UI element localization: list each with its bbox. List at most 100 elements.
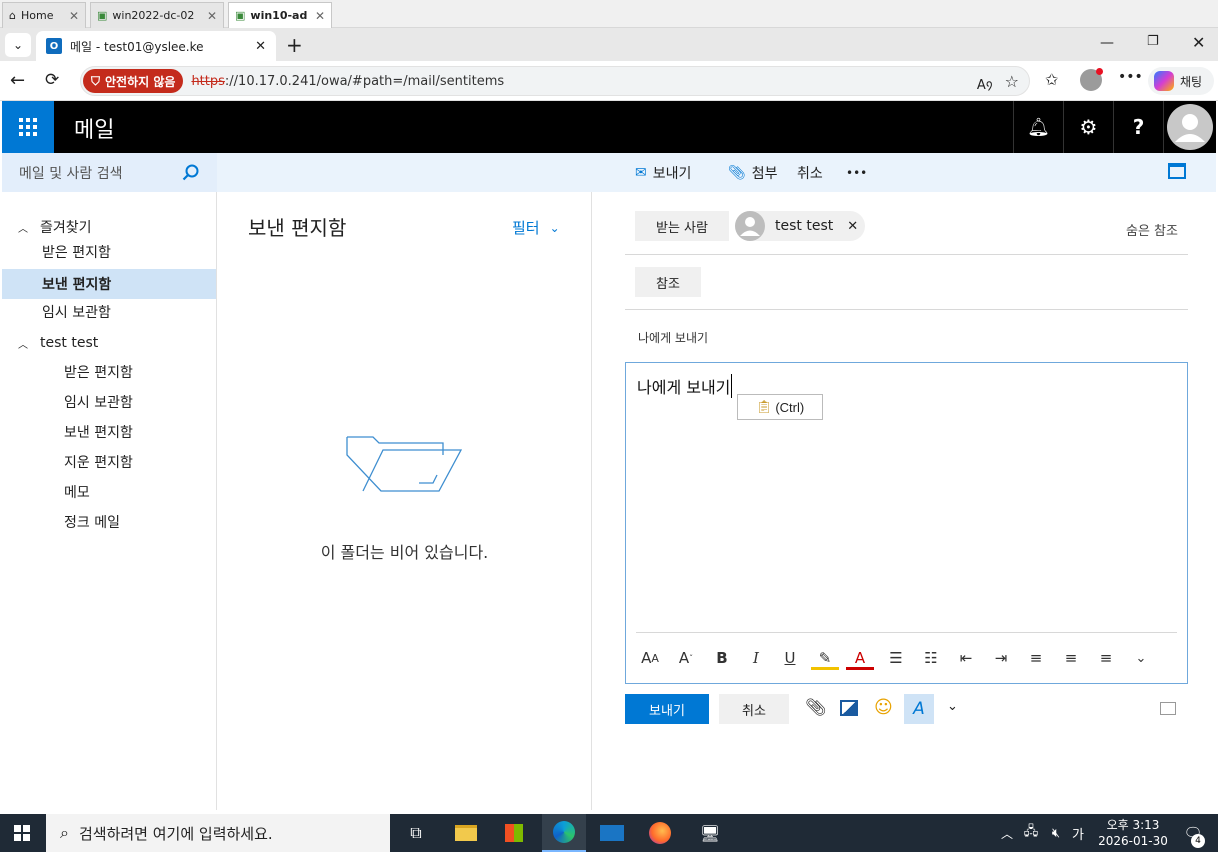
nav-favorite-inbox[interactable]: 받은 편지함	[2, 237, 216, 267]
waffle-icon	[19, 118, 37, 136]
cc-button[interactable]: 참조	[635, 267, 701, 297]
account-header[interactable]: ︿ test test	[2, 328, 216, 358]
user-avatar[interactable]	[1163, 101, 1216, 153]
chevron-down-icon[interactable]: ⌄	[947, 699, 958, 714]
toolbar-attach-button[interactable]: 📎︎ 첨부	[728, 153, 778, 192]
start-button[interactable]	[0, 814, 44, 852]
subject-field[interactable]: 나에게 보내기	[638, 329, 708, 346]
filter-button[interactable]: 필터 ⌄	[512, 217, 560, 238]
file-explorer-icon[interactable]	[446, 814, 486, 852]
image-icon[interactable]	[840, 700, 858, 716]
popout-icon[interactable]	[1168, 163, 1186, 179]
mail-icon[interactable]	[592, 814, 632, 852]
message-body-editor[interactable]: 나에게 보내기 📋︎ (Ctrl)	[625, 362, 1188, 684]
to-button[interactable]: 받는 사람	[635, 211, 729, 241]
minimize-icon[interactable]: —	[1100, 35, 1114, 51]
underline-icon[interactable]: U	[776, 644, 804, 672]
search-box[interactable]: 메일 및 사람 검색	[2, 153, 217, 192]
refresh-icon[interactable]: ⟳	[45, 70, 59, 90]
system-clock[interactable]: 오후 3:13 2026-01-30	[1093, 817, 1173, 849]
task-view-icon[interactable]: ⧉	[396, 814, 436, 852]
toolbar-send-button[interactable]: ✉ 보내기	[635, 153, 691, 192]
folder-pane: ︿ 즐겨찾기 받은 편지함 보낸 편지함 임시 보관함 ︿ test test …	[2, 192, 217, 810]
chevron-down-icon[interactable]: ⌄	[1127, 644, 1155, 672]
nav-inbox[interactable]: 받은 편지함	[2, 357, 216, 387]
chevron-down-icon[interactable]: ⌄	[5, 33, 31, 57]
volume-muted-icon[interactable]: 🔇︎	[1045, 814, 1067, 852]
nav-deleted[interactable]: 지운 편지함	[2, 447, 216, 477]
message-body-text: 나에게 보내기	[637, 374, 733, 398]
numbering-icon[interactable]: ☷	[917, 644, 945, 672]
nav-sent[interactable]: 보낸 편지함	[2, 417, 216, 447]
unsafe-badge[interactable]: ⛉ 안전하지 않음	[83, 69, 184, 93]
align-right-icon[interactable]: ≡	[1092, 644, 1120, 672]
bullets-icon[interactable]: ☰	[882, 644, 910, 672]
vm-tab-win10ad[interactable]: ▣ win10-ad ✕	[228, 2, 332, 28]
highlight-icon[interactable]: ✎	[811, 648, 839, 670]
emoji-icon[interactable]: ☺	[874, 697, 893, 718]
edge-taskbar-icon[interactable]	[542, 814, 586, 852]
ime-indicator[interactable]: 가	[1068, 814, 1088, 852]
font-color-icon[interactable]: A	[846, 648, 874, 670]
search-icon[interactable]	[182, 164, 200, 182]
restore-icon[interactable]: ❐	[1147, 34, 1159, 49]
decrease-indent-icon[interactable]: ⇤	[952, 644, 980, 672]
app-launcher-button[interactable]	[2, 101, 54, 153]
copilot-chat-button[interactable]: 채팅	[1148, 67, 1214, 95]
star-icon[interactable]: ☆	[1005, 72, 1019, 91]
font-icon[interactable]: AA	[636, 644, 664, 672]
nav-favorite-drafts[interactable]: 임시 보관함	[2, 297, 216, 327]
shield-warning-icon: ⛉	[91, 73, 101, 88]
bell-icon[interactable]: 🔔︎	[1013, 101, 1063, 153]
url-field[interactable]: ⛉ 안전하지 않음 https ://10.17.0.241/owa/#path…	[80, 66, 1030, 96]
toolbar-more-button[interactable]: •••	[846, 153, 867, 192]
help-icon[interactable]: ?	[1113, 101, 1163, 153]
align-left-icon[interactable]: ≡	[1022, 644, 1050, 672]
nav-favorite-sent[interactable]: 보낸 편지함	[2, 269, 216, 299]
bold-icon[interactable]: B	[708, 644, 736, 672]
network-icon[interactable]: 🖧︎	[1020, 814, 1042, 852]
format-text-icon[interactable]: A	[904, 694, 934, 724]
window-close-icon[interactable]: ✕	[1192, 33, 1205, 52]
recipient-chip[interactable]: test test ✕	[735, 211, 865, 241]
send-button[interactable]: 보내기	[625, 694, 709, 724]
nav-notes[interactable]: 메모	[2, 477, 216, 507]
close-icon[interactable]: ✕	[69, 9, 79, 23]
more-options-icon[interactable]: •••	[1118, 69, 1143, 85]
bcc-link[interactable]: 숨은 참조	[1126, 220, 1178, 239]
search-icon: ⌕	[60, 823, 69, 842]
close-icon[interactable]: ✕	[315, 9, 325, 23]
remove-recipient-icon[interactable]: ✕	[847, 219, 858, 234]
chevron-up-icon[interactable]: ︿	[998, 814, 1016, 852]
read-aloud-icon[interactable]: A᠀	[977, 70, 993, 93]
cancel-button[interactable]: 취소	[719, 694, 789, 724]
firefox-icon[interactable]	[640, 814, 680, 852]
taskbar-search-box[interactable]: ⌕ 검색하려면 여기에 입력하세요.	[46, 814, 390, 852]
nav-drafts[interactable]: 임시 보관함	[2, 387, 216, 417]
paperclip-icon: 📎︎	[728, 164, 746, 181]
vm-tab-home[interactable]: ⌂ Home ✕	[2, 2, 86, 28]
vm-tab-dc02[interactable]: ▣ win2022-dc-02 ✕	[90, 2, 224, 28]
italic-icon[interactable]: I	[742, 644, 770, 672]
font-size-icon[interactable]: Aˇ	[672, 644, 700, 672]
attach-icon[interactable]: 📎︎	[805, 698, 827, 718]
gear-icon[interactable]: ⚙	[1063, 101, 1113, 153]
remote-desktop-icon[interactable]: 🖥︎	[690, 814, 730, 852]
back-icon[interactable]: ←	[10, 70, 25, 91]
message-list-pane: 보낸 편지함 필터 ⌄ 이 폴더는 비어 있습니다.	[217, 192, 592, 810]
toolbar-cancel-button[interactable]: 취소	[797, 153, 823, 192]
close-icon[interactable]: ✕	[255, 39, 266, 54]
home-icon: ⌂	[9, 9, 16, 22]
align-center-icon[interactable]: ≡	[1057, 644, 1085, 672]
new-tab-icon[interactable]: +	[286, 33, 303, 57]
nav-junk[interactable]: 정크 메일	[2, 507, 216, 537]
windows-logo-icon	[14, 825, 30, 841]
paste-options-button[interactable]: 📋︎ (Ctrl)	[737, 394, 823, 420]
favorites-icon[interactable]: ✩	[1045, 70, 1058, 89]
browser-tab-owa[interactable]: O 메일 - test01@yslee.ke ✕	[36, 31, 276, 61]
store-icon[interactable]	[494, 814, 534, 852]
list-title: 보낸 편지함	[248, 216, 347, 240]
increase-indent-icon[interactable]: ⇥	[987, 644, 1015, 672]
close-icon[interactable]: ✕	[207, 9, 217, 23]
image-placeholder-icon[interactable]	[1160, 702, 1176, 715]
